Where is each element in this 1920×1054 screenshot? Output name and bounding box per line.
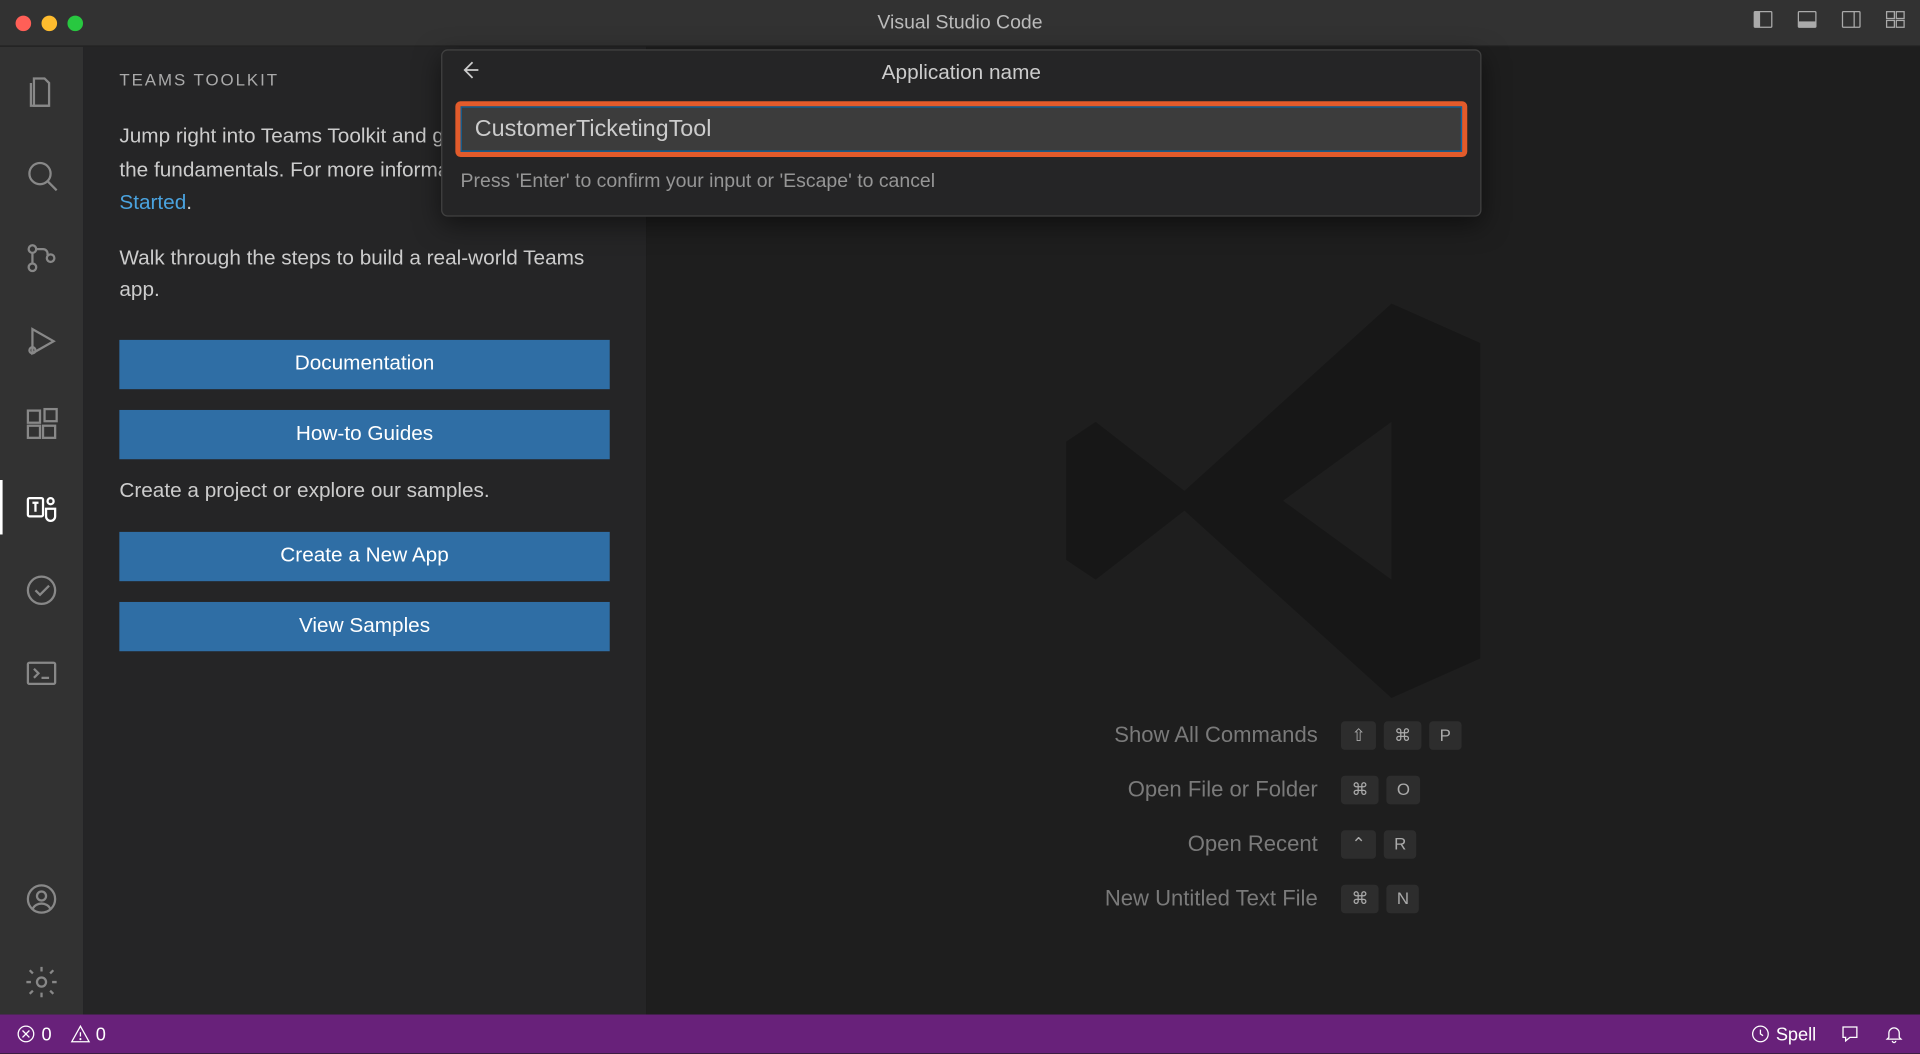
activity-bar [0, 47, 83, 1015]
shortcut-keys: ⌘ O [1341, 776, 1461, 805]
shortcut-keys: ⇧ ⌘ P [1341, 721, 1461, 750]
run-debug-icon[interactable] [0, 309, 83, 374]
quickpick-dialog: Application name Press 'Enter' to confir… [441, 49, 1481, 216]
intro-suffix: . [186, 192, 192, 214]
shortcut-label: Show All Commands [1105, 723, 1318, 749]
toggle-primary-sidebar-icon[interactable] [1751, 8, 1774, 38]
extensions-icon[interactable] [0, 392, 83, 457]
search-icon[interactable] [0, 143, 83, 208]
shortcut-label: Open File or Folder [1105, 777, 1318, 803]
vscode-watermark-icon [1037, 254, 1530, 747]
statusbar: 0 0 Spell [0, 1014, 1920, 1053]
quickpick-title: Application name [497, 62, 1426, 85]
application-name-input[interactable] [461, 106, 1463, 151]
shortcut-label: New Untitled Text File [1105, 886, 1318, 912]
settings-gear-icon[interactable] [0, 950, 83, 1015]
shortcut-keys: ⌘ N [1341, 885, 1461, 914]
create-new-app-button[interactable]: Create a New App [119, 532, 609, 581]
walk-text: Walk through the steps to build a real-w… [119, 244, 609, 306]
shortcut-label: Open Recent [1105, 832, 1318, 858]
maximize-window-button[interactable] [67, 15, 83, 31]
shortcut-keys: ⌃ R [1341, 830, 1461, 859]
create-label: Create a project or explore our samples. [119, 480, 609, 503]
explorer-icon[interactable] [0, 60, 83, 125]
window-title: Visual Studio Code [877, 12, 1042, 34]
status-spell[interactable]: Spell [1750, 1024, 1816, 1045]
status-bell-icon[interactable] [1884, 1024, 1905, 1045]
status-warnings[interactable]: 0 [70, 1024, 106, 1045]
customize-layout-icon[interactable] [1884, 8, 1907, 38]
welcome-shortcuts: Show All Commands ⇧ ⌘ P Open File or Fol… [1105, 721, 1461, 913]
howto-guides-button[interactable]: How-to Guides [119, 410, 609, 459]
quickpick-input-highlight [455, 101, 1467, 157]
toggle-secondary-sidebar-icon[interactable] [1840, 8, 1863, 38]
teams-toolkit-icon[interactable] [0, 475, 83, 540]
window-controls [0, 15, 83, 31]
todo-icon[interactable] [0, 558, 83, 623]
view-samples-button[interactable]: View Samples [119, 602, 609, 651]
accounts-icon[interactable] [0, 867, 83, 932]
close-window-button[interactable] [16, 15, 32, 31]
status-errors[interactable]: 0 [16, 1024, 52, 1045]
terminal-icon[interactable] [0, 641, 83, 706]
minimize-window-button[interactable] [42, 15, 58, 31]
layout-controls [1751, 8, 1907, 38]
source-control-icon[interactable] [0, 226, 83, 291]
back-arrow-icon[interactable] [458, 58, 481, 88]
toggle-panel-icon[interactable] [1795, 8, 1818, 38]
titlebar: Visual Studio Code [0, 0, 1920, 47]
documentation-button[interactable]: Documentation [119, 340, 609, 389]
status-feedback-icon[interactable] [1840, 1024, 1861, 1045]
quickpick-hint: Press 'Enter' to confirm your input or '… [442, 162, 1480, 192]
